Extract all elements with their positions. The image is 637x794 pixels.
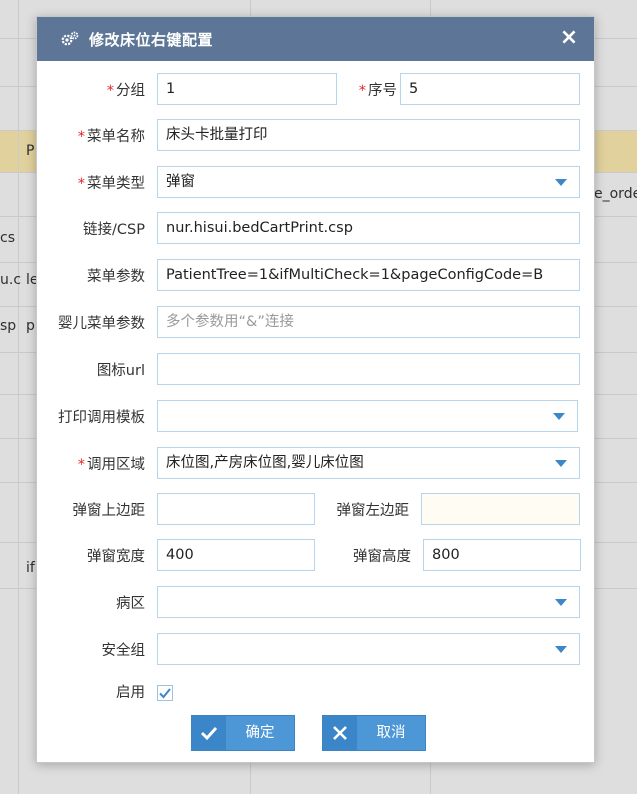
menu-type-select[interactable]: 弹窗 [157,166,580,198]
security-group-label: 安全组 [101,643,146,659]
popup-left-input[interactable] [421,493,580,525]
icon-url-label: 图标url [96,363,145,379]
print-template-select[interactable] [157,400,578,432]
icon-url-input[interactable] [157,353,580,385]
baby-params-input[interactable]: 多个参数用“&”连接 [157,306,580,338]
group-label: * 分组 [106,83,145,99]
checkmark-icon [159,688,171,699]
popup-top-input[interactable] [157,493,315,525]
call-area-label: * 调用区域 [77,457,145,473]
menu-type-label: * 菜单类型 [77,176,145,192]
order-label: * 序号 [358,83,397,99]
cancel-button-label: 取消 [376,725,406,741]
baby-params-label: 婴儿菜单参数 [58,316,145,332]
group-input[interactable]: 1 [157,73,337,105]
confirm-button-label: 确定 [245,725,275,741]
gears-icon [61,31,79,46]
chevron-down-icon[interactable] [553,413,565,420]
menu-params-input[interactable]: PatientTree=1&ifMultiCheck=1&pageConfigC… [157,259,580,291]
print-template-label: 打印调用模板 [58,410,145,426]
popup-width-input[interactable]: 400 [157,539,315,571]
cancel-button[interactable]: 取消 [322,715,426,751]
confirm-button[interactable]: 确定 [191,715,295,751]
ward-label: 病区 [116,596,145,612]
popup-top-label: 弹窗上边距 [72,503,146,519]
chevron-down-icon[interactable] [555,599,567,606]
check-icon [192,716,226,750]
order-input[interactable]: 5 [400,73,580,105]
ward-select[interactable] [157,586,580,618]
chevron-down-icon[interactable] [555,179,567,186]
chevron-down-icon[interactable] [555,646,567,653]
close-icon [323,716,357,750]
popup-left-label: 弹窗左边距 [336,503,410,519]
security-group-select[interactable] [157,633,580,665]
call-area-select[interactable]: 床位图,产房床位图,婴儿床位图 [157,447,580,479]
menu-name-label: * 菜单名称 [77,129,145,145]
link-input[interactable]: nur.hisui.bedCartPrint.csp [157,212,580,244]
enabled-label: 启用 [116,685,145,701]
popup-width-label: 弹窗宽度 [87,549,145,565]
link-label: 链接/CSP [83,222,145,238]
dialog-title: 修改床位右键配置 [89,31,214,49]
enabled-checkbox[interactable] [157,685,173,701]
popup-height-label: 弹窗高度 [353,549,411,565]
popup-height-input[interactable]: 800 [423,539,581,571]
menu-params-label: 菜单参数 [87,269,145,285]
close-icon[interactable]: × [558,27,580,49]
dialog-titlebar: 修改床位右键配置 × [37,17,594,61]
chevron-down-icon[interactable] [555,460,567,467]
menu-name-input[interactable]: 床头卡批量打印 [157,119,580,151]
edit-bed-context-menu-dialog: 修改床位右键配置 × * 分组 1 * 序号 5 * 菜单名称 床头卡批量打印 * 菜单… [36,16,595,763]
